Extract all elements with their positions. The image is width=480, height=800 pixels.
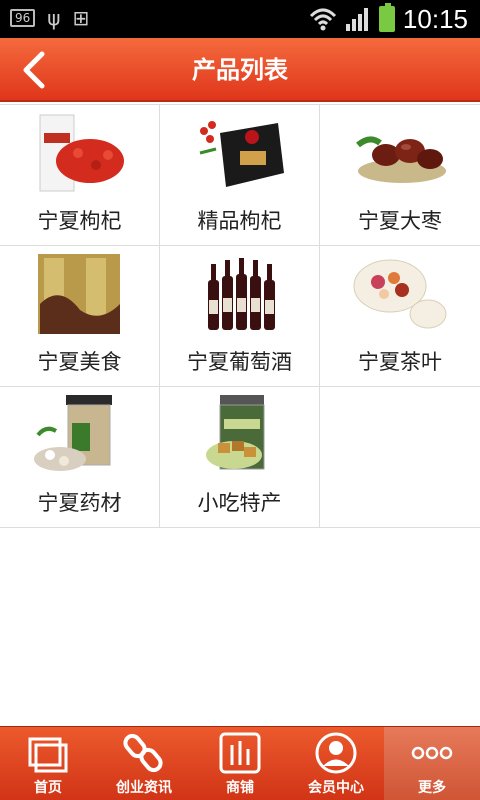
nav-label: 更多 [418, 780, 446, 796]
clock: 10:15 [402, 4, 468, 34]
bottom-nav: 首页 创业资讯 商铺 会员中心 更多 [0, 726, 480, 800]
product-tile[interactable]: 宁夏葡萄酒 [160, 246, 320, 386]
product-grid: 宁夏枸杞 精品枸杞 宁夏大枣 宁夏美食 宁夏葡萄酒 宁夏茶叶 宁夏药材 小吃特产 [0, 104, 480, 528]
jujube-dates-icon [356, 136, 446, 183]
product-label: 小吃特产 [197, 491, 282, 515]
wifi-icon [309, 8, 336, 31]
status-bar-right: 10:15 [309, 3, 468, 35]
product-label: 宁夏枸杞 [37, 209, 122, 233]
product-tile[interactable]: 宁夏美食 [0, 246, 160, 386]
grid-row: 宁夏药材 小吃特产 [0, 387, 480, 528]
grid-row: 宁夏枸杞 精品枸杞 宁夏大枣 [0, 105, 480, 246]
product-tile[interactable]: 小吃特产 [160, 387, 320, 527]
local-food-package-icon [38, 254, 120, 334]
product-label: 精品枸杞 [197, 209, 282, 233]
nav-label: 会员中心 [308, 780, 364, 796]
nav-label: 创业资讯 [116, 780, 172, 796]
nav-home[interactable]: 首页 [0, 727, 96, 800]
goji-gift-box-icon [199, 121, 284, 187]
download-icon: ⊞ [72, 6, 90, 30]
status-bar-left: 96 ψ ⊞ [10, 7, 89, 29]
link-icon [123, 733, 163, 773]
product-label: 宁夏美食 [37, 350, 122, 374]
status-bar: 96 ψ ⊞ 10:15 [0, 0, 480, 38]
goji-berry-bag-icon [39, 114, 124, 192]
product-tile[interactable]: 宁夏茶叶 [320, 246, 480, 386]
product-tile[interactable]: 宁夏枸杞 [0, 105, 160, 245]
product-label: 宁夏茶叶 [358, 350, 442, 374]
nav-more[interactable]: 更多 [384, 727, 480, 800]
product-label: 宁夏葡萄酒 [187, 350, 292, 374]
battery-icon [378, 3, 395, 32]
tea-cup-icon [353, 259, 447, 329]
wine-bottles-icon [208, 258, 275, 330]
page-title: 产品列表 [192, 56, 288, 84]
snack-jar-icon [206, 395, 265, 470]
home-icon [28, 737, 68, 773]
herb-jar-icon [34, 395, 112, 471]
empty-tile [320, 387, 480, 527]
nav-label: 首页 [34, 780, 62, 796]
user-icon [315, 732, 357, 774]
product-label: 宁夏药材 [37, 491, 122, 515]
nav-store[interactable]: 商铺 [192, 727, 288, 800]
nav-member-center[interactable]: 会员中心 [288, 727, 384, 800]
product-tile[interactable]: 精品枸杞 [160, 105, 320, 245]
more-icon [411, 746, 453, 760]
notification-badge: 96 [10, 9, 36, 27]
product-tile[interactable]: 宁夏大枣 [320, 105, 480, 245]
nav-startup-news[interactable]: 创业资讯 [96, 727, 192, 800]
product-tile[interactable]: 宁夏药材 [0, 387, 160, 527]
nav-label: 商铺 [226, 780, 254, 796]
signal-icon [345, 8, 368, 31]
grid-row: 宁夏美食 宁夏葡萄酒 宁夏茶叶 [0, 246, 480, 387]
app-header: 产品列表 [0, 38, 480, 102]
usb-icon: ψ [47, 6, 61, 30]
product-label: 宁夏大枣 [358, 209, 442, 233]
store-icon [219, 732, 261, 774]
